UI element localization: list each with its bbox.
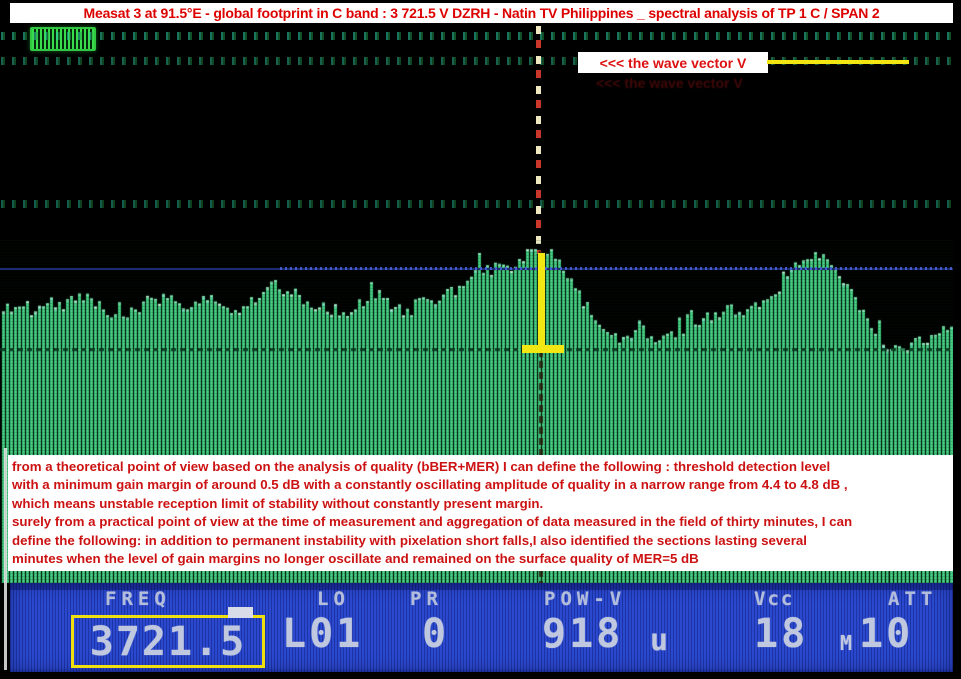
pr-value: 0 (422, 611, 449, 657)
pr-label: PR (410, 588, 443, 610)
page-title: Measat 3 at 91.5°E - global footprint in… (84, 5, 880, 21)
wave-vector-annotation: <<< the wave vector V (578, 52, 768, 73)
digit-edit-cursor (228, 607, 253, 618)
pow-v-label: POW-V (544, 588, 626, 610)
dotted-grid-row (0, 200, 953, 208)
spectrum-analyzer-screen: Measat 3 at 91.5°E - global footprint in… (0, 0, 961, 679)
pow-v-unit: u (650, 623, 668, 658)
freq-value-field[interactable]: 3721.5 (71, 615, 265, 668)
analysis-line: which means unstable reception limit of … (12, 495, 953, 513)
analysis-line: from a theoretical point of view based o… (12, 458, 953, 476)
center-frequency-dashed-marker (536, 26, 541, 254)
analysis-line: minutes when the level of gain margins n… (12, 550, 953, 568)
analysis-line: surely from a practical point of view at… (12, 513, 953, 531)
vcc-label: Vcc (754, 588, 794, 610)
screen-left-edge-line (4, 448, 7, 670)
analysis-line: with a minimum gain margin of around 0.5… (12, 476, 953, 494)
gain-margin-marker-vertical (538, 253, 545, 351)
freq-value: 3721.5 (90, 619, 247, 665)
title-bar: Measat 3 at 91.5°E - global footprint in… (10, 3, 953, 23)
wave-vector-label: <<< the wave vector V (600, 55, 747, 71)
analysis-notes-box: from a theoretical point of view based o… (8, 455, 953, 571)
att-label: ATT (888, 588, 937, 610)
meter-readout-panel: FREQ 3721.5 LO L01 PR 0 POW-V 918 u Vcc … (10, 583, 953, 672)
freq-label: FREQ (105, 588, 171, 610)
wave-vector-ghost-text: <<< the wave vector V (596, 75, 743, 91)
lo-value: L01 (282, 611, 363, 657)
dotted-grid-row (0, 32, 953, 40)
lo-label: LO (317, 588, 350, 610)
reference-level-dotted-line (280, 267, 953, 270)
att-prefix: M (840, 631, 852, 655)
analysis-line: define the following: in addition to per… (12, 532, 953, 550)
att-value: 10 (859, 611, 913, 657)
gain-margin-marker-base (522, 345, 564, 353)
wave-vector-pointer-line (767, 60, 909, 64)
vcc-value: 18 (754, 611, 808, 657)
pow-v-value: 918 (542, 611, 623, 657)
